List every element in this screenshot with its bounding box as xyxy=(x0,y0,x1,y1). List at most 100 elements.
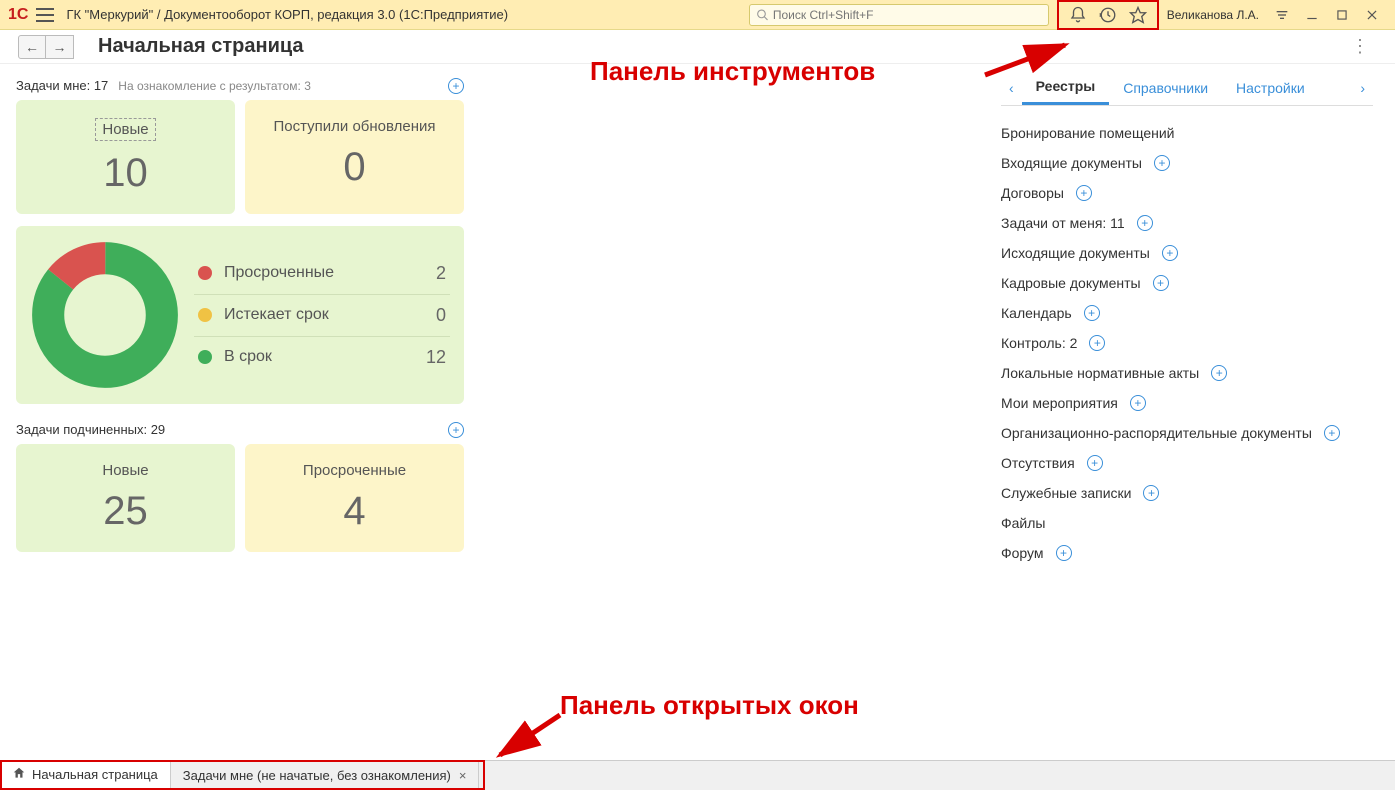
registry-item[interactable]: Календарь + xyxy=(1001,298,1373,328)
registry-item[interactable]: Бронирование помещений xyxy=(1001,118,1373,148)
registry-add-icon[interactable]: + xyxy=(1084,305,1100,321)
card-sub-overdue[interactable]: Просроченные 4 xyxy=(245,444,464,552)
card-updates[interactable]: Поступили обновления 0 xyxy=(245,100,464,214)
card-sub-new-label: Новые xyxy=(26,462,225,479)
registry-item[interactable]: Задачи от меня: 11 + xyxy=(1001,208,1373,238)
registry-item[interactable]: Отсутствия+ xyxy=(1001,448,1373,478)
nav-back-button[interactable]: ← xyxy=(18,35,46,59)
kebab-menu-icon[interactable]: ⋮ xyxy=(1343,36,1377,57)
registry-item-label: Договоры xyxy=(1001,185,1064,201)
registry-item[interactable]: Исходящие документы + xyxy=(1001,238,1373,268)
registry-add-icon[interactable]: + xyxy=(1087,455,1103,471)
legend-label: Просроченные xyxy=(224,264,334,282)
registry-item[interactable]: Контроль: 2 + xyxy=(1001,328,1373,358)
registry-item-label: Файлы xyxy=(1001,515,1045,531)
tasks-sub-title[interactable]: Задачи подчиненных: 29 xyxy=(16,422,165,437)
close-icon[interactable] xyxy=(1361,4,1383,26)
registry-add-icon[interactable]: + xyxy=(1130,395,1146,411)
registry-add-icon[interactable]: + xyxy=(1137,215,1153,231)
menu-burger-icon[interactable] xyxy=(36,8,54,22)
registry-item-label: Служебные записки xyxy=(1001,485,1131,501)
annotation-windows-arrow-icon xyxy=(490,710,570,765)
tasks-mine-title[interactable]: Задачи мне: 17 xyxy=(16,78,108,93)
card-sub-overdue-label: Просроченные xyxy=(255,462,454,479)
tasks-sub-add[interactable]: + xyxy=(448,422,464,438)
legend-row-overdue[interactable]: Просроченные 2 xyxy=(194,253,450,295)
toolbar-panel xyxy=(1057,0,1159,30)
history-icon[interactable] xyxy=(1097,4,1119,26)
registry-item-label: Календарь xyxy=(1001,305,1072,321)
annotation-windows-label: Панель открытых окон xyxy=(560,690,859,721)
right-column: ‹ Реестры Справочники Настройки › Бронир… xyxy=(995,64,1395,758)
registry-item-label: Контроль: 2 xyxy=(1001,335,1077,351)
minimize-icon[interactable] xyxy=(1301,4,1323,26)
star-icon[interactable] xyxy=(1127,4,1149,26)
search-box[interactable] xyxy=(749,4,1049,26)
tasks-sub-cards: Новые 25 Просроченные 4 xyxy=(16,444,464,552)
card-sub-new[interactable]: Новые 25 xyxy=(16,444,235,552)
legend-label: В срок xyxy=(224,348,272,366)
registry-item-label: Задачи от меня: 11 xyxy=(1001,215,1125,231)
registry-item[interactable]: Договоры + xyxy=(1001,178,1373,208)
task-tab-close-icon[interactable]: × xyxy=(459,768,467,783)
registry-add-icon[interactable]: + xyxy=(1089,335,1105,351)
card-sub-new-value: 25 xyxy=(26,489,225,534)
donut-card[interactable]: Просроченные 2 Истекает срок 0 В срок 12 xyxy=(16,226,464,404)
registry-add-icon[interactable]: + xyxy=(1154,155,1170,171)
registry-item[interactable]: Мои мероприятия+ xyxy=(1001,388,1373,418)
nav-forward-button[interactable]: → xyxy=(46,35,74,59)
registry-add-icon[interactable]: + xyxy=(1211,365,1227,381)
registry-list: Бронирование помещенийВходящие документы… xyxy=(1001,106,1373,580)
annotation-tools-arrow-icon xyxy=(980,40,1080,90)
username-label[interactable]: Великанова Л.А. xyxy=(1167,8,1259,22)
dot-yellow-icon xyxy=(198,308,212,322)
legend-label: Истекает срок xyxy=(224,306,329,324)
tasks-sub-header: Задачи подчиненных: 29 + xyxy=(16,422,464,438)
registry-item[interactable]: Организационно-распорядительные документ… xyxy=(1001,418,1373,448)
registry-add-icon[interactable]: + xyxy=(1076,185,1092,201)
registry-add-icon[interactable]: + xyxy=(1153,275,1169,291)
tab-directories[interactable]: Справочники xyxy=(1109,72,1222,104)
legend-value: 12 xyxy=(426,347,446,368)
maximize-icon[interactable] xyxy=(1331,4,1353,26)
registry-item[interactable]: Локальные нормативные акты+ xyxy=(1001,358,1373,388)
card-sub-overdue-value: 4 xyxy=(255,489,454,534)
registry-item-label: Организационно-распорядительные документ… xyxy=(1001,425,1312,441)
registry-add-icon[interactable]: + xyxy=(1056,545,1072,561)
tasks-mine-subtitle[interactable]: На ознакомление с результатом: 3 xyxy=(118,79,311,93)
task-tab-tasks-label: Задачи мне (не начатые, без ознакомления… xyxy=(183,768,451,783)
card-new-value: 10 xyxy=(26,151,225,196)
legend-row-expiring[interactable]: Истекает срок 0 xyxy=(194,295,450,337)
main-area: Задачи мне: 17 На ознакомление с результ… xyxy=(0,64,1395,758)
dot-red-icon xyxy=(198,266,212,280)
card-updates-value: 0 xyxy=(255,145,454,190)
titlebar: 1C ГК "Меркурий" / Документооборот КОРП,… xyxy=(0,0,1395,30)
registry-item-label: Исходящие документы xyxy=(1001,245,1150,261)
legend-value: 2 xyxy=(436,263,446,284)
settings-lines-icon[interactable] xyxy=(1271,4,1293,26)
registry-add-icon[interactable]: + xyxy=(1162,245,1178,261)
registry-item[interactable]: Кадровые документы+ xyxy=(1001,268,1373,298)
registry-item-label: Входящие документы xyxy=(1001,155,1142,171)
bell-icon[interactable] xyxy=(1067,4,1089,26)
task-tab-home-label: Начальная страница xyxy=(32,767,158,782)
taskbar: Начальная страница Задачи мне (не начаты… xyxy=(0,760,1395,790)
tabs-right-arrow-icon[interactable]: › xyxy=(1352,74,1373,102)
registry-add-icon[interactable]: + xyxy=(1143,485,1159,501)
registry-item-label: Форум xyxy=(1001,545,1044,561)
tab-settings[interactable]: Настройки xyxy=(1222,72,1319,104)
tasks-mine-add[interactable]: + xyxy=(448,78,464,94)
registry-item[interactable]: Файлы xyxy=(1001,508,1373,538)
search-icon xyxy=(756,8,769,22)
registry-item[interactable]: Форум + xyxy=(1001,538,1373,568)
card-new-label: Новые xyxy=(95,118,155,141)
search-input[interactable] xyxy=(773,8,1042,22)
registry-item[interactable]: Входящие документы + xyxy=(1001,148,1373,178)
registry-add-icon[interactable]: + xyxy=(1324,425,1340,441)
task-tab-tasks-mine[interactable]: Задачи мне (не начатые, без ознакомления… xyxy=(171,761,480,790)
legend-row-ontime[interactable]: В срок 12 xyxy=(194,337,450,378)
card-new-tasks[interactable]: Новые 10 xyxy=(16,100,235,214)
registry-item[interactable]: Служебные записки + xyxy=(1001,478,1373,508)
window-controls xyxy=(1267,4,1387,26)
task-tab-home[interactable]: Начальная страница xyxy=(0,761,171,790)
